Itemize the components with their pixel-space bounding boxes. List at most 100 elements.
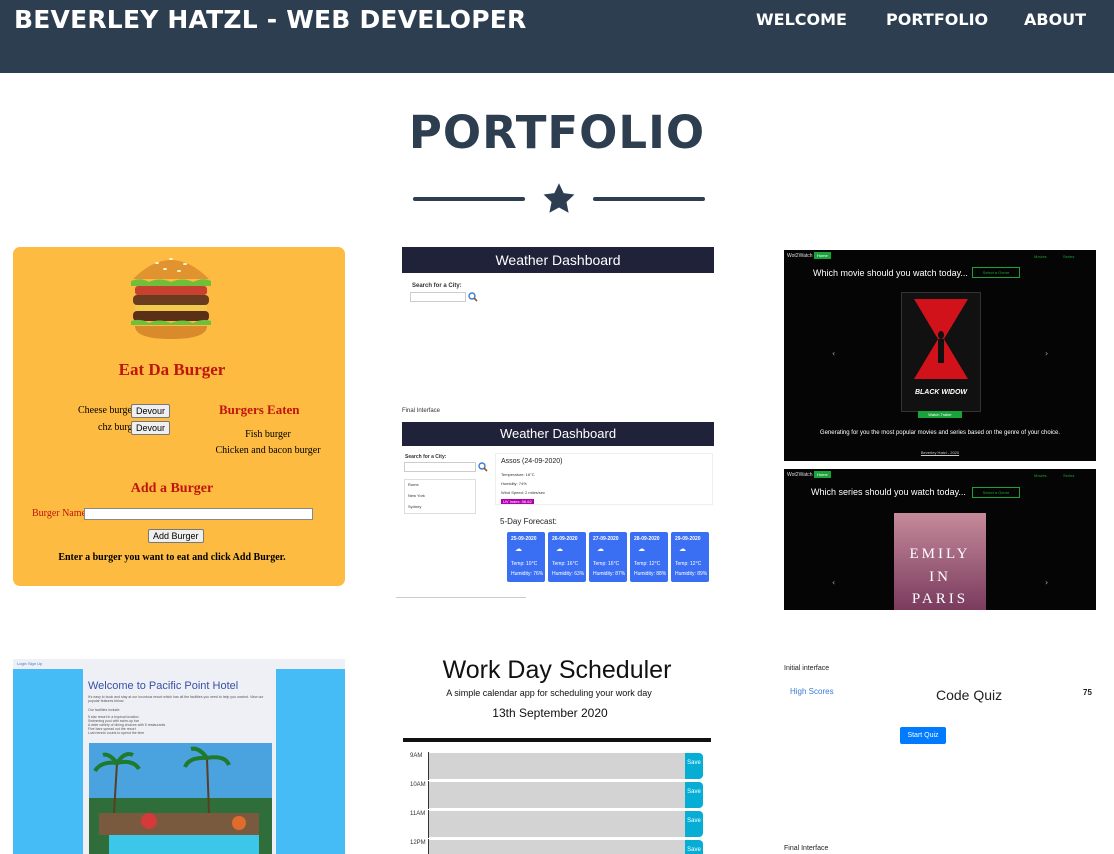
forecast-humidity: Humidity: 89% xyxy=(675,571,708,577)
burger-item-name: Cheese burger xyxy=(78,405,136,416)
site-brand[interactable]: BEVERLEY HATZL - WEB DEVELOPER xyxy=(14,5,526,34)
project-card-pacific-point-hotel[interactable]: Login Sign Up Welcome to Pacific Point H… xyxy=(13,659,345,854)
hour-label: 12PM xyxy=(410,840,426,846)
movie-poster: BLACK WIDOW xyxy=(901,292,981,412)
menu-link: Movies xyxy=(1034,254,1047,259)
app-logo: Wot2Watch xyxy=(787,472,813,478)
save-button: Save xyxy=(685,840,703,854)
time-block: 9AM Save xyxy=(403,752,708,780)
forecast-card: 29-09-2020 ☁ Temp: 12°C Humidity: 89% xyxy=(671,532,709,582)
hotel-title: Welcome to Pacific Point Hotel xyxy=(88,680,239,692)
time-block: 12PM Save xyxy=(403,839,708,854)
hotel-content: Welcome to Pacific Point Hotel It's easy… xyxy=(83,669,276,854)
save-button: Save xyxy=(685,811,703,837)
cloud-icon: ☁ xyxy=(638,546,645,553)
series-panel: Wot2Watch Home Movies Series Which serie… xyxy=(784,469,1096,610)
scheduler-date: 13th September 2020 xyxy=(492,706,608,720)
divider-right xyxy=(593,197,705,201)
forecast-date: 28-09-2020 xyxy=(634,536,660,542)
project-card-eat-da-burger[interactable]: Eat Da Burger Cheese burger Devour chz b… xyxy=(13,247,345,586)
forecast-temp: Temp: 16°C xyxy=(593,561,620,567)
home-badge: Home xyxy=(814,252,831,259)
divider xyxy=(403,738,711,742)
eaten-burger: Chicken and bacon burger xyxy=(215,445,321,456)
save-button: Save xyxy=(685,782,703,808)
forecast-humidity: Humidity: 87% xyxy=(593,571,626,577)
genre-select: Select a Genre xyxy=(972,487,1020,498)
hotel-navbar: Login Sign Up xyxy=(13,659,345,669)
weather-search-input xyxy=(410,292,466,302)
poster-title: BLACK WIDOW xyxy=(914,389,968,396)
cloud-icon: ☁ xyxy=(597,546,604,553)
series-poster: EMILY IN PARIS xyxy=(894,513,986,610)
city-history-item: Sydney xyxy=(408,504,422,509)
nav-link-welcome[interactable]: WELCOME xyxy=(756,10,847,29)
current-weather-panel: Assos (24-09-2020) Temperature: 16°C Hum… xyxy=(495,453,713,505)
scheduler-title: Work Day Scheduler xyxy=(442,656,672,684)
page-title: PORTFOLIO xyxy=(408,106,706,159)
poster-image xyxy=(914,299,968,379)
scheduler-subtitle: A simple calendar app for scheduling you… xyxy=(446,688,652,698)
search-icon xyxy=(468,292,478,302)
app-logo: Wot2Watch xyxy=(787,253,813,259)
forecast-humidity: Humidity: 88% xyxy=(634,571,667,577)
weather-header-final: Weather Dashboard xyxy=(402,422,714,446)
event-textarea xyxy=(429,782,685,808)
menu-link: Movies xyxy=(1034,473,1047,478)
chevron-left-icon: ‹ xyxy=(832,349,836,358)
forecast-date: 25-09-2020 xyxy=(511,536,537,542)
forecast-temp: Temp: 16°C xyxy=(552,561,579,567)
burger-item-name: chz burg xyxy=(98,422,133,433)
movie-panel: Wot2Watch Home Movies Series Which movie… xyxy=(784,250,1096,461)
weather-search-label: Search for a City: xyxy=(412,283,462,289)
hotel-photo xyxy=(89,743,272,854)
weather-header: Weather Dashboard xyxy=(402,247,714,273)
forecast-card: 26-09-2020 ☁ Temp: 16°C Humidity: 63% xyxy=(548,532,586,582)
devour-button: Devour xyxy=(131,404,171,418)
forecast-date: 26-09-2020 xyxy=(552,536,578,542)
watch-footer: Beverley Hatzl - 2020 xyxy=(920,450,960,455)
weather-detail: Humidity: 74% xyxy=(501,481,527,486)
burgers-eaten-heading: Burgers Eaten xyxy=(219,402,300,417)
burger-name-label: Burger Name: xyxy=(32,508,89,519)
eaten-burger: Fish burger xyxy=(245,429,291,440)
event-textarea xyxy=(429,840,685,854)
weather-search-input xyxy=(404,462,476,472)
watch-caption: Generating for you the most popular movi… xyxy=(819,430,1061,436)
divider xyxy=(396,597,526,598)
chevron-right-icon: › xyxy=(1045,578,1049,587)
start-quiz-button: Start Quiz xyxy=(900,727,946,744)
forecast-humidity: Humidity: 63% xyxy=(552,571,585,577)
weather-search-label: Search for a City: xyxy=(405,454,447,460)
home-badge: Home xyxy=(814,471,831,478)
project-card-weather-dashboard[interactable]: Weather Dashboard Search for a City: Fin… xyxy=(396,247,718,600)
forecast-temp: Temp: 12°C xyxy=(675,561,702,567)
forecast-humidity: Humidity: 76% xyxy=(511,571,544,577)
weather-detail: Temperature: 16°C xyxy=(501,472,535,477)
chevron-right-icon: › xyxy=(1045,349,1049,358)
forecast-temp: Temp: 12°C xyxy=(634,561,661,567)
quiz-final-label: Final Interface xyxy=(784,845,829,852)
project-card-wot2watch[interactable]: Wot2Watch Home Movies Series Which movie… xyxy=(784,250,1096,610)
chevron-left-icon: ‹ xyxy=(832,578,836,587)
forecast-card: 27-09-2020 ☁ Temp: 16°C Humidity: 87% xyxy=(589,532,627,582)
hour-label: 10AM xyxy=(410,782,426,788)
quiz-score: 75 xyxy=(1083,688,1092,697)
project-card-code-quiz[interactable]: Initial interface High Scores Code Quiz … xyxy=(784,660,1096,854)
forecast-date: 29-09-2020 xyxy=(675,536,701,542)
burger-instruction: Enter a burger you want to eat and click… xyxy=(58,552,286,563)
forecast-date: 27-09-2020 xyxy=(593,536,619,542)
nav-link-about[interactable]: ABOUT xyxy=(1024,10,1086,29)
time-block: 11AM Save xyxy=(403,810,708,838)
hotel-facilities-label: Our facilities include: xyxy=(88,708,121,712)
weather-detail: Wind Speed: 2 miles/sec xyxy=(501,490,546,495)
time-block: 10AM Save xyxy=(403,781,708,809)
navbar: BEVERLEY HATZL - WEB DEVELOPER WELCOME P… xyxy=(0,0,1114,73)
event-textarea xyxy=(429,753,685,779)
nav-link-portfolio[interactable]: PORTFOLIO xyxy=(886,10,988,29)
quiz-initial-label: Initial interface xyxy=(784,665,830,672)
star-icon xyxy=(543,183,575,213)
forecast-heading: 5-Day Forecast: xyxy=(500,517,557,526)
final-interface-label: Final Interface xyxy=(402,408,441,414)
hour-label: 9AM xyxy=(410,753,423,759)
